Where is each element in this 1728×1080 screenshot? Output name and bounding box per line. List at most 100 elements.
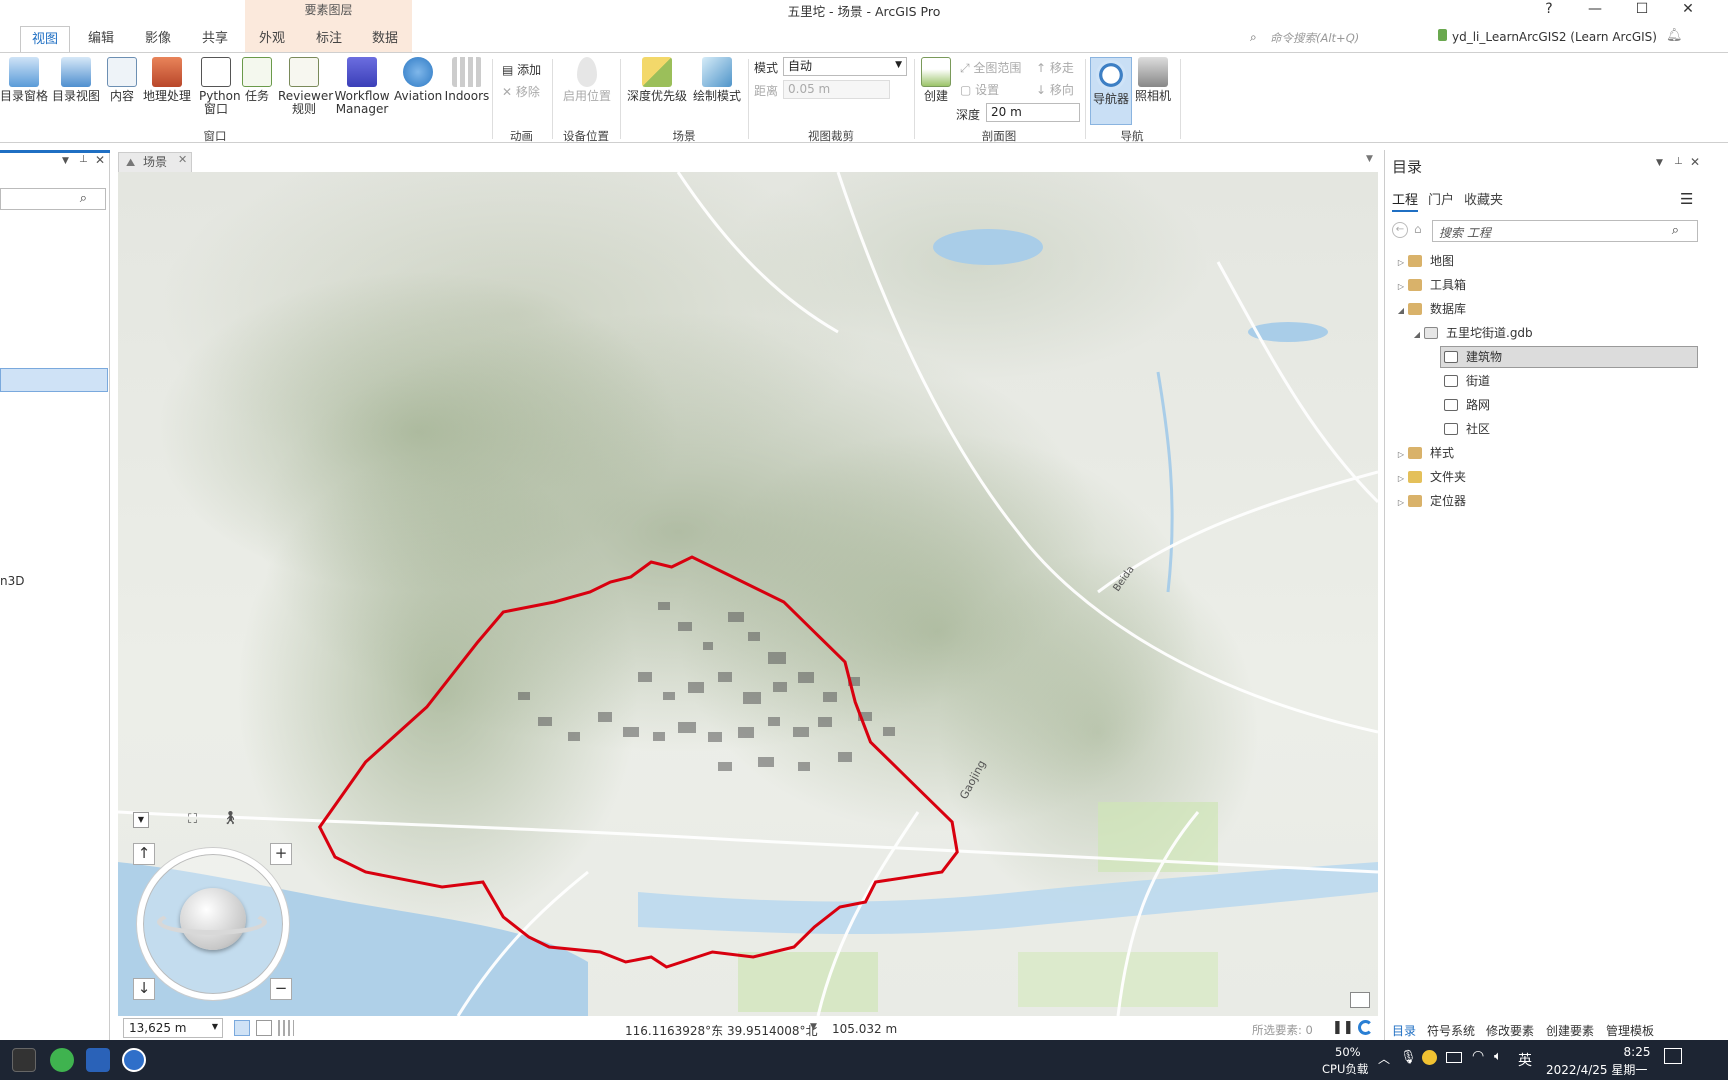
bottom-tab-symbology[interactable]: 符号系统 [1427,1022,1475,1039]
pause-icon[interactable]: ❚❚ [1332,1020,1354,1035]
app-icon[interactable] [86,1048,110,1072]
expand-icon[interactable]: ▷ [1394,276,1408,298]
tree-item-community[interactable]: 社区 [1440,418,1490,440]
microphone-icon[interactable]: 🎙︎ [1400,1050,1417,1065]
battery-icon[interactable] [1446,1052,1462,1063]
expand-icon[interactable]: ▷ [1394,492,1408,514]
zoom-in-button[interactable]: + [270,843,292,865]
animation-remove-button[interactable]: ✕ 移除 [502,83,540,100]
collapse-icon[interactable]: ◢ [1394,300,1408,322]
wechat-app-icon[interactable] [50,1048,74,1072]
chevron-down-icon[interactable]: ▼ [133,812,149,828]
tab-share[interactable]: 共享 [194,26,236,52]
tab-appearance[interactable]: 外观 [251,26,293,52]
close-icon[interactable]: ✕ [178,153,187,166]
pane-options-icon[interactable]: ▼ [62,156,69,166]
workflow-manager-button[interactable]: Workflow Manager [333,57,391,116]
arrow-down-icon[interactable]: ↓ [133,978,155,1000]
tree-item-buildings[interactable]: 建筑物 [1440,346,1502,368]
geoprocessing-button[interactable]: 地理处理 [143,57,191,103]
tree-item-streets[interactable]: 街道 [1440,370,1490,392]
notification-icon[interactable] [1664,1048,1682,1064]
draw-mode-button[interactable]: 绘制模式 [690,57,744,103]
tab-labeling[interactable]: 标注 [308,26,350,52]
maximize-button[interactable]: ☐ [1622,0,1662,20]
minimize-button[interactable]: — [1575,0,1615,20]
table-icon[interactable] [278,1020,294,1036]
animation-add-button[interactable]: ▤ 添加 [502,61,541,78]
scene-map[interactable]: Beida Gaojing [118,172,1378,1016]
snapping-icon[interactable] [234,1020,250,1036]
full-extent-button[interactable]: ⤢ 全图范围 [960,59,1021,76]
catalog-view-button[interactable]: 目录视图 [51,57,101,103]
tab-project[interactable]: 工程 [1392,189,1419,212]
pane-options-icon[interactable]: ▼ [1656,158,1663,168]
tab-edit[interactable]: 编辑 [80,26,122,52]
user-account[interactable]: yd_li_LearnArcGIS2 (Learn ArcGIS) [1452,30,1657,44]
clip-distance-input[interactable]: 0.05 m [783,80,890,99]
bottom-tab-create-features[interactable]: 创建要素 [1546,1022,1594,1039]
arrow-up-icon[interactable]: ↑ [133,843,155,865]
reviewer-rules-button[interactable]: Reviewer 规则 [278,57,333,116]
tab-view[interactable]: 视图 [20,26,70,52]
overview-icon[interactable] [1350,992,1370,1008]
pin-icon[interactable]: ⊥ [79,154,88,165]
tree-item-network[interactable]: 路网 [1440,394,1490,416]
full-extent-icon[interactable]: ⛶ [188,812,197,827]
chevron-down-icon[interactable]: ▼ [810,1022,817,1032]
section-settings-button[interactable]: ▢ 设置 [960,81,999,98]
close-button[interactable]: ✕ [1668,0,1708,20]
collapse-icon[interactable]: ◢ [1410,324,1424,346]
python-window-button[interactable]: Python 窗口 [195,57,241,116]
expand-icon[interactable]: ▷ [1394,444,1408,466]
left-search-input[interactable]: ⌕ [0,188,106,210]
tab-imagery[interactable]: 影像 [137,26,179,52]
pin-icon[interactable]: ⊥ [1674,156,1683,167]
create-section-button[interactable]: 创建 [918,57,954,103]
tree-item-gdb[interactable]: ◢ 五里坨街道.gdb [1410,322,1533,344]
section-depth-input[interactable]: 20 m [986,103,1080,122]
bottom-tab-modify-features[interactable]: 修改要素 [1486,1022,1534,1039]
tasks-button[interactable]: 任务 [240,57,274,103]
tray-app-icon[interactable] [1422,1050,1437,1065]
home-icon[interactable]: ⌂ [1414,222,1422,236]
refresh-icon[interactable] [1358,1020,1373,1035]
navigator-button[interactable]: 导航器 [1090,57,1132,125]
tab-favorites[interactable]: 收藏夹 [1464,189,1503,208]
tree-item-databases[interactable]: ◢ 数据库 [1394,298,1466,320]
volume-icon[interactable]: 🔈︎ [1494,1049,1502,1064]
close-icon[interactable]: ✕ [95,153,105,167]
zoom-out-button[interactable]: − [270,978,292,1000]
tab-data[interactable]: 数据 [364,26,406,52]
walk-icon[interactable]: 🚶︎ [222,811,239,826]
close-icon[interactable]: ✕ [1690,155,1700,169]
indoors-button[interactable]: Indoors [444,57,490,103]
tree-item-toolboxes[interactable]: ▷ 工具箱 [1394,274,1466,296]
move-away-button[interactable]: ↑ 移走 [1036,59,1074,76]
tab-portal[interactable]: 门户 [1428,189,1454,208]
camera-button[interactable]: 照相机 [1134,57,1172,103]
bottom-tab-catalog[interactable]: 目录 [1392,1022,1416,1039]
chevron-down-icon[interactable]: ▼ [1366,154,1373,164]
chevron-up-icon[interactable]: ︿ [1378,1050,1390,1067]
back-icon[interactable]: ← [1392,222,1408,238]
recorder-app-icon[interactable] [12,1048,36,1072]
scale-select[interactable]: 13,625 m ▼ [123,1018,223,1038]
menu-icon[interactable]: ☰ [1680,190,1693,208]
arcgis-pro-app-icon[interactable] [122,1048,146,1072]
clock-date[interactable]: 2022/4/25 星期一 [1546,1061,1647,1078]
bottom-tab-manage-templates[interactable]: 管理模板 [1606,1022,1654,1039]
tree-item-locators[interactable]: ▷ 定位器 [1394,490,1466,512]
depth-priority-button[interactable]: 深度优先级 [626,57,688,103]
contents-button[interactable]: 内容 [104,57,140,103]
tree-item-styles[interactable]: ▷ 样式 [1394,442,1454,464]
clip-mode-select[interactable]: 自动 ▼ [783,57,907,76]
bell-icon[interactable]: 🔔︎ [1666,28,1683,43]
expand-icon[interactable]: ▷ [1394,252,1408,274]
expand-icon[interactable]: ▷ [1394,468,1408,490]
left-selected-row[interactable] [0,368,108,392]
enable-location-button[interactable]: 启用位置 [558,57,616,103]
aviation-button[interactable]: Aviation [394,57,442,103]
wifi-icon[interactable]: ◠ [1472,1048,1484,1064]
tree-item-maps[interactable]: ▷ 地图 [1394,250,1454,272]
